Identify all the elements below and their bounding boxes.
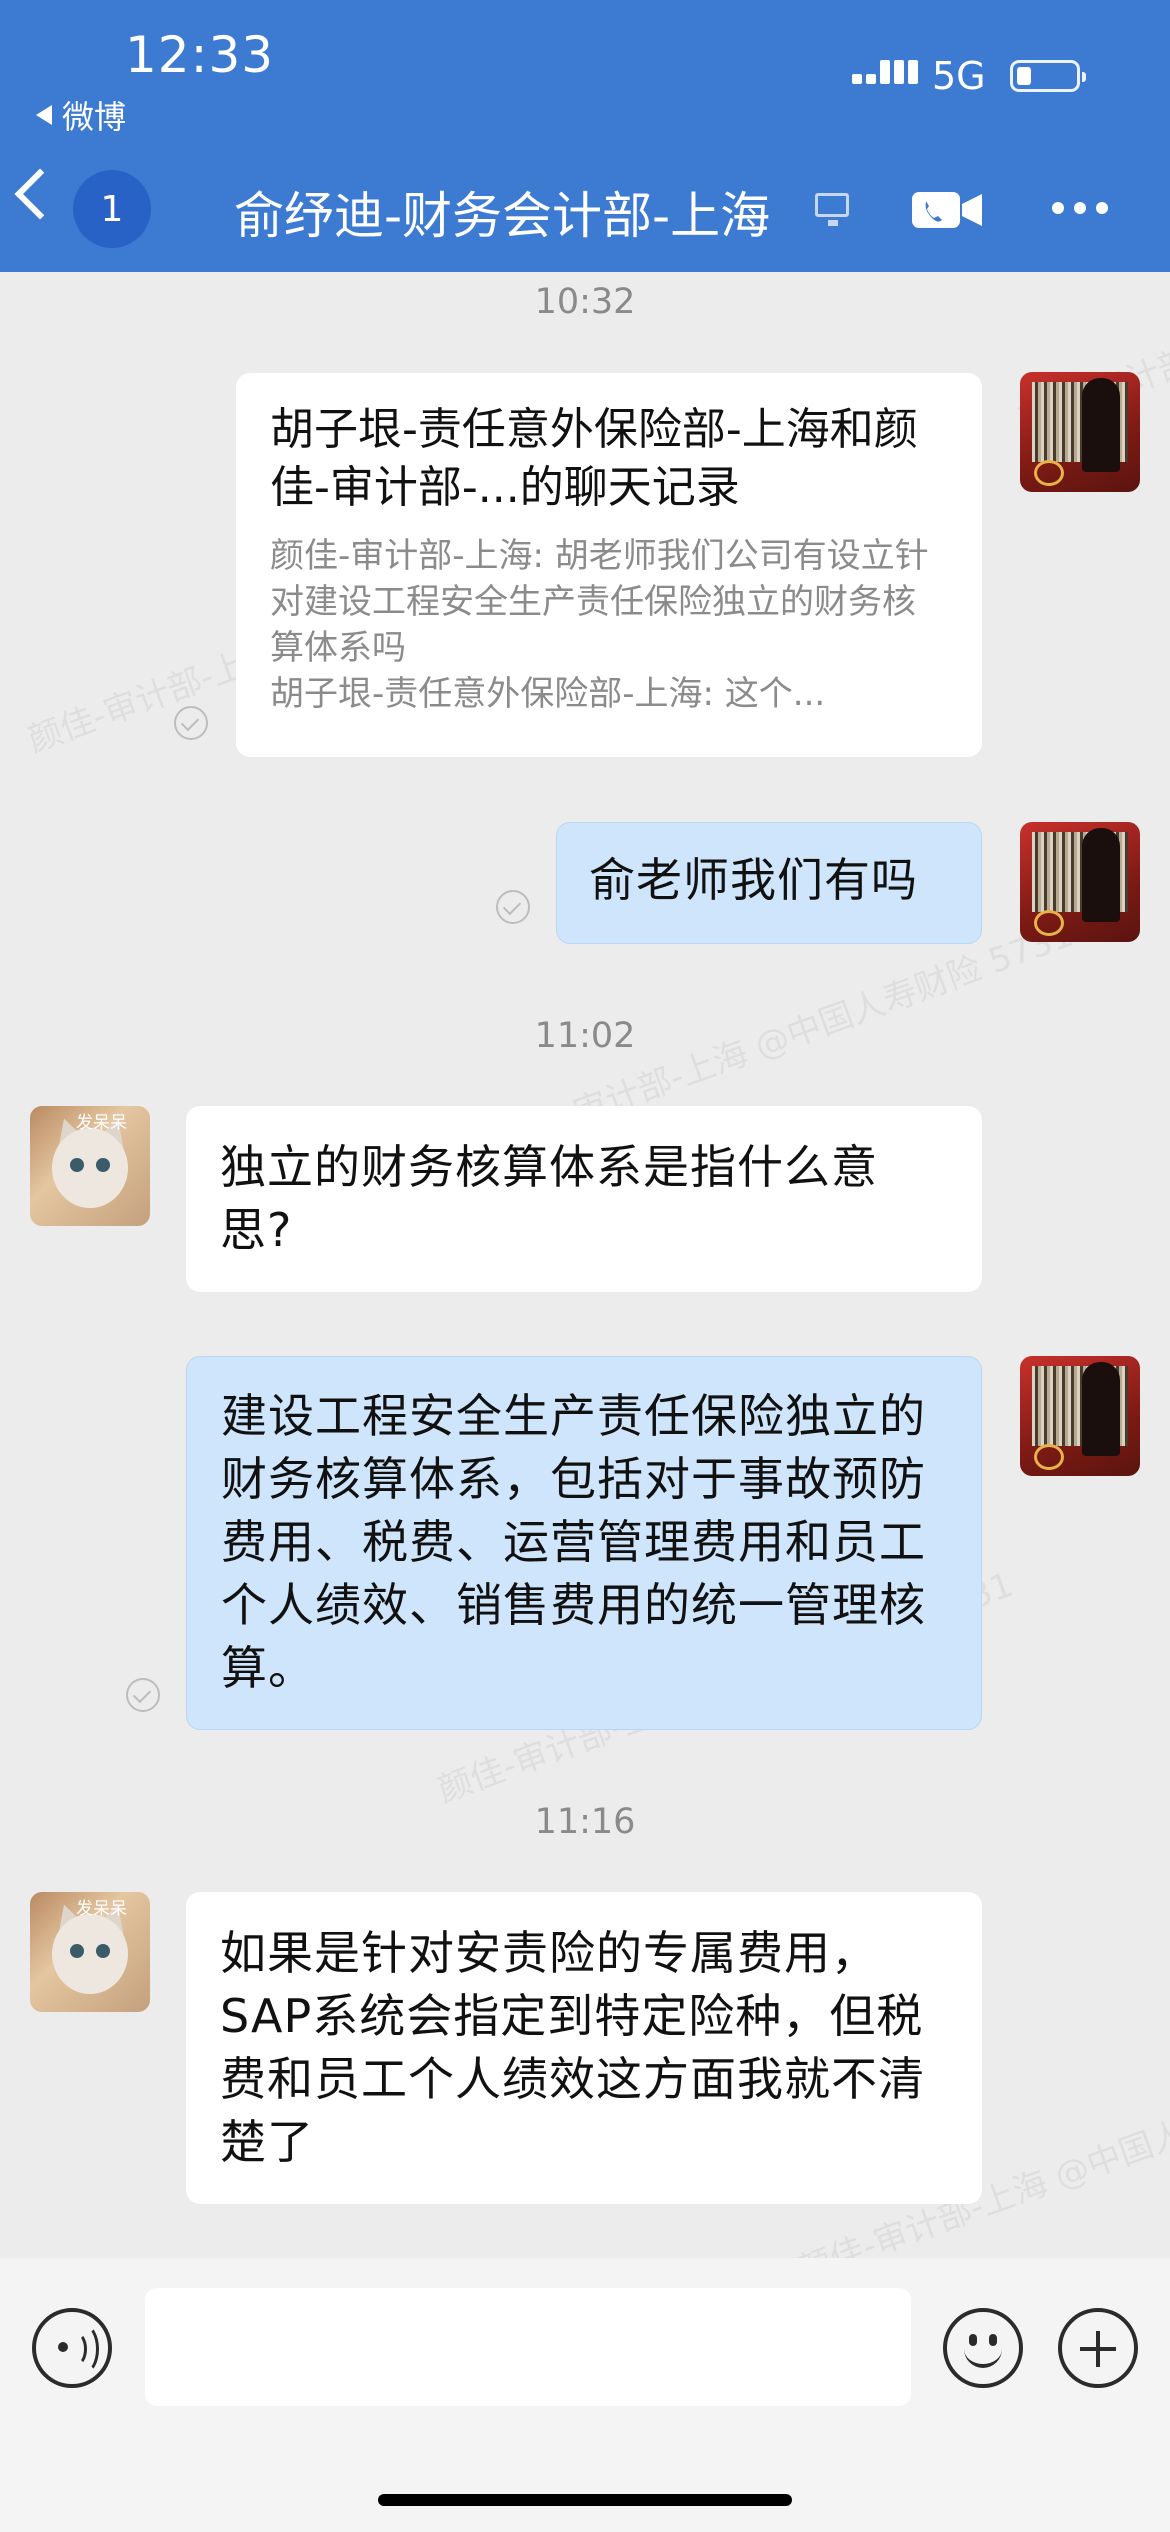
add-attachment-icon[interactable]: [1058, 2308, 1138, 2388]
chat-record-title: 胡子垠-责任意外保险部-上海和颜佳-审计部-...的聊天记录: [270, 404, 918, 513]
battery-icon: [1010, 60, 1086, 92]
chat-record-line: 胡子垠-责任意外保险部-上海: 这个...: [270, 674, 826, 714]
video-call-icon[interactable]: [912, 190, 984, 230]
message-text: 俞老师我们有吗: [589, 853, 918, 907]
emoji-icon[interactable]: [943, 2308, 1023, 2388]
back-app-label: 微博: [62, 98, 127, 136]
message-input[interactable]: [145, 2288, 911, 2406]
voice-input-icon[interactable]: [32, 2308, 112, 2388]
message-bubble-self[interactable]: 俞老师我们有吗: [556, 822, 982, 944]
timestamp: 11:02: [534, 1016, 636, 1056]
network-type: 5G: [932, 54, 986, 98]
avatar-tag: 发呆呆: [76, 1113, 127, 1133]
back-triangle-icon: [36, 105, 52, 125]
read-check-icon: [126, 1678, 160, 1712]
status-time: 12:33: [125, 26, 275, 84]
message-bubble-self[interactable]: 建设工程安全生产责任保险独立的财务核算体系，包括对于事故预防费用、税费、运营管理…: [186, 1356, 982, 1730]
chat-record-card[interactable]: 胡子垠-责任意外保险部-上海和颜佳-审计部-...的聊天记录 颜佳-审计部-上海…: [236, 373, 982, 757]
avatar[interactable]: [1020, 822, 1140, 942]
signal-icon: [852, 60, 918, 84]
timestamp: 11:16: [534, 1802, 636, 1842]
avatar[interactable]: 发呆呆: [30, 1106, 150, 1226]
message-bubble-other[interactable]: 独立的财务核算体系是指什么意思?: [186, 1106, 982, 1292]
chat-header: 12:33 微博 5G 1 俞纾迪-财务会计部-上海: [0, 0, 1170, 272]
back-chevron-icon[interactable]: [14, 168, 66, 220]
timestamp: 10:32: [534, 282, 636, 322]
home-indicator[interactable]: [378, 2494, 792, 2506]
message-text: 如果是针对安责险的专属费用，SAP系统会指定到特定险种，但税费和员工个人绩效这方…: [220, 1926, 925, 2169]
read-check-icon: [496, 890, 530, 924]
message-bubble-other[interactable]: 如果是针对安责险的专属费用，SAP系统会指定到特定险种，但税费和员工个人绩效这方…: [186, 1892, 982, 2204]
more-options-icon[interactable]: [1052, 202, 1108, 214]
chat-record-preview: 颜佳-审计部-上海: 胡老师我们公司有设立针对建设工程安全生产责任保险独立的财务…: [270, 533, 948, 717]
chat-title: 俞纾迪-财务会计部-上海: [234, 187, 771, 245]
chat-record-line: 颜佳-审计部-上海: 胡老师我们公司有设立针对建设工程安全生产责任保险独立的财务…: [270, 536, 929, 668]
unread-count-badge[interactable]: 1: [73, 170, 151, 248]
message-text: 独立的财务核算体系是指什么意思?: [220, 1140, 878, 1257]
read-check-icon: [174, 706, 208, 740]
message-text: 建设工程安全生产责任保险独立的财务核算体系，包括对于事故预防费用、税费、运营管理…: [221, 1389, 926, 1695]
message-composer: [0, 2258, 1170, 2532]
avatar-tag: 发呆呆: [76, 1899, 127, 1919]
avatar[interactable]: [1020, 1356, 1140, 1476]
avatar[interactable]: [1020, 372, 1140, 492]
pc-online-icon: [815, 193, 849, 226]
avatar[interactable]: 发呆呆: [30, 1892, 150, 2012]
back-to-app-link[interactable]: 微博: [36, 92, 126, 138]
